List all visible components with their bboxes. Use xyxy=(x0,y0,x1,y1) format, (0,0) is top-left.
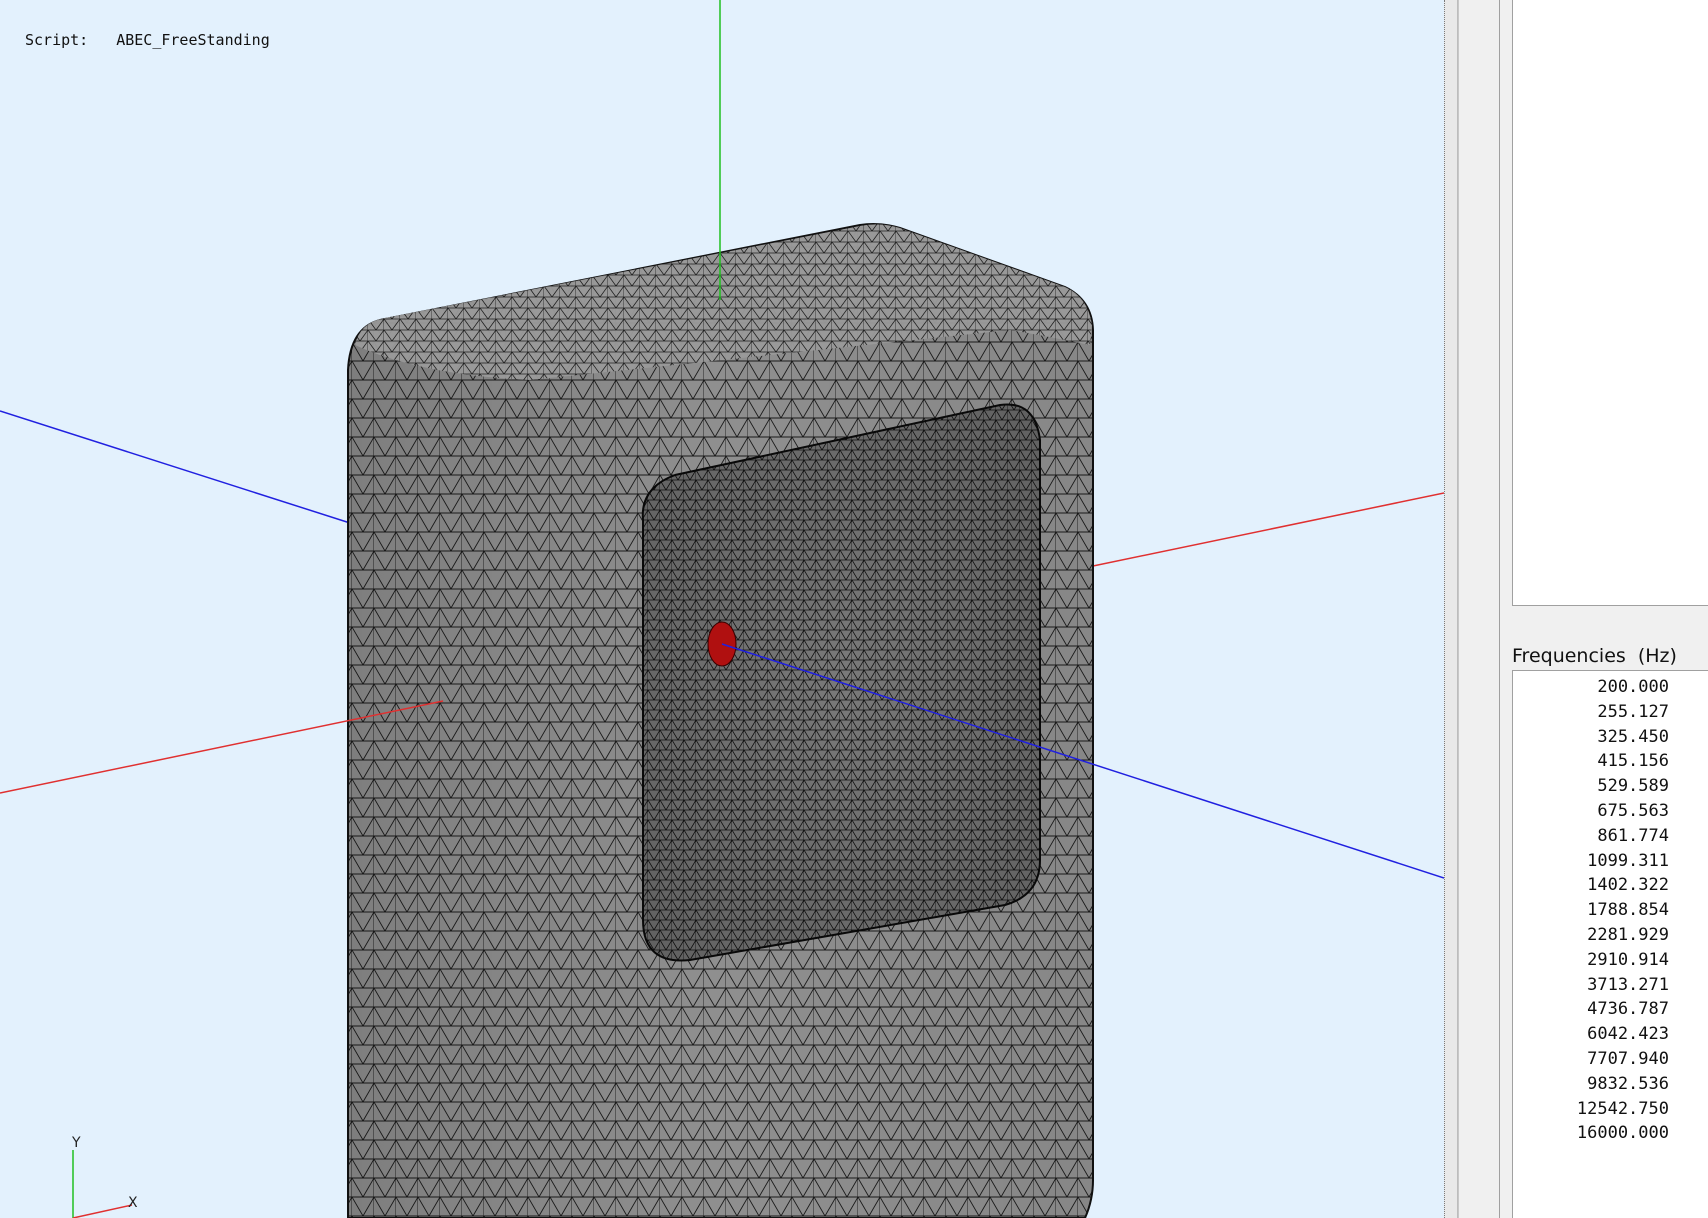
triad-y-label: Y xyxy=(71,1135,81,1151)
frequency-item[interactable]: 3713.271 xyxy=(1513,973,1669,998)
frequencies-list-box[interactable]: 200.000 255.127 325.450 415.156 529.589 675.5… xyxy=(1512,670,1708,1218)
frequency-item[interactable]: 1402.322 xyxy=(1513,873,1669,898)
panel-separator xyxy=(1499,0,1500,1218)
frequency-item[interactable]: 16000.000 xyxy=(1513,1121,1669,1146)
triad-x-label: X xyxy=(128,1195,138,1211)
3d-viewport[interactable]: Y X Script: ABEC_FreeStanding xyxy=(0,0,1444,1218)
frequency-item[interactable]: 7707.940 xyxy=(1513,1047,1669,1072)
frequency-item[interactable]: 255.127 xyxy=(1513,700,1669,725)
frequency-item[interactable]: 415.156 xyxy=(1513,749,1669,774)
viewport-splitter[interactable] xyxy=(1444,0,1458,1218)
frequency-item[interactable]: 325.450 xyxy=(1513,725,1669,750)
frequency-item[interactable]: 2910.914 xyxy=(1513,948,1669,973)
z-axis-left xyxy=(0,410,351,524)
frequency-item[interactable]: 6042.423 xyxy=(1513,1022,1669,1047)
frequency-item[interactable]: 2281.929 xyxy=(1513,923,1669,948)
abec-app-window: Y X Script: ABEC_FreeStanding Frequencies… xyxy=(0,0,1708,1218)
upper-list-box[interactable] xyxy=(1512,0,1708,606)
frequency-item[interactable]: 1788.854 xyxy=(1513,898,1669,923)
script-info: Script: ABEC_FreeStanding xyxy=(25,31,270,49)
x-axis-right xyxy=(1092,492,1444,567)
script-label: Script: xyxy=(25,31,89,49)
frequency-item[interactable]: 1099.311 xyxy=(1513,849,1669,874)
frequencies-title: Frequencies (Hz) xyxy=(1512,645,1677,667)
frequency-item[interactable]: 4736.787 xyxy=(1513,997,1669,1022)
frequency-item[interactable]: 200.000 xyxy=(1513,675,1669,700)
frequency-item[interactable]: 861.774 xyxy=(1513,824,1669,849)
frequency-item[interactable]: 529.589 xyxy=(1513,774,1669,799)
frequency-item[interactable]: 12542.750 xyxy=(1513,1097,1669,1122)
script-name: ABEC_FreeStanding xyxy=(116,31,270,49)
enclosure-mesh xyxy=(347,223,1094,1218)
orientation-triad: Y X xyxy=(71,1135,138,1218)
frequency-item[interactable]: 9832.536 xyxy=(1513,1072,1669,1097)
frequency-item[interactable]: 675.563 xyxy=(1513,799,1669,824)
mesh-scene: Y X xyxy=(0,0,1444,1218)
frequencies-list: 200.000 255.127 325.450 415.156 529.589 675.5… xyxy=(1513,671,1708,1146)
